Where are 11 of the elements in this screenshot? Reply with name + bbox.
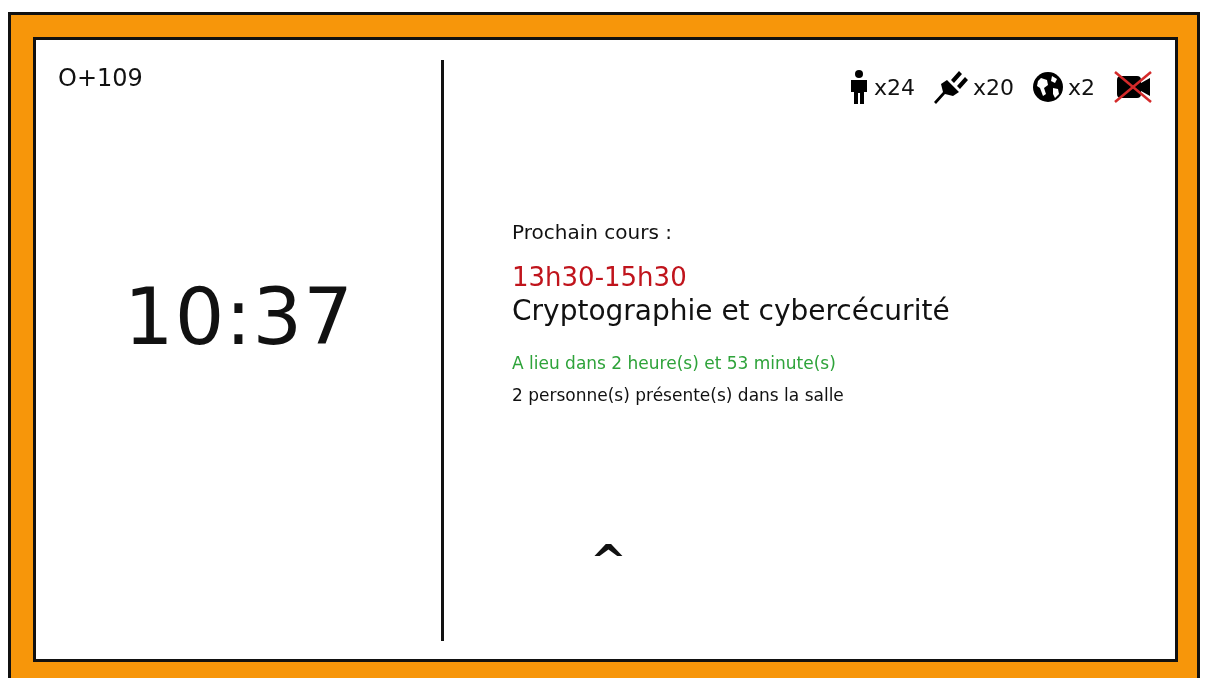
countdown-text: A lieu dans 2 heure(s) et 53 minute(s): [512, 353, 837, 373]
room-name: O+109: [58, 64, 144, 92]
expand-button[interactable]: ^: [590, 543, 627, 579]
next-course-heading: Prochain cours :: [512, 220, 673, 244]
amenity-count: x2: [1067, 74, 1095, 100]
course-title: Cryptographie et cybercécurité: [512, 294, 951, 327]
amenity-count: x20: [972, 74, 1014, 100]
clock-time: 10:37: [124, 272, 355, 362]
course-time: 13h30-15h30: [512, 262, 688, 292]
amenity-count: x24: [873, 74, 915, 100]
presence-text: 2 personne(s) présente(s) dans la salle: [512, 385, 845, 405]
